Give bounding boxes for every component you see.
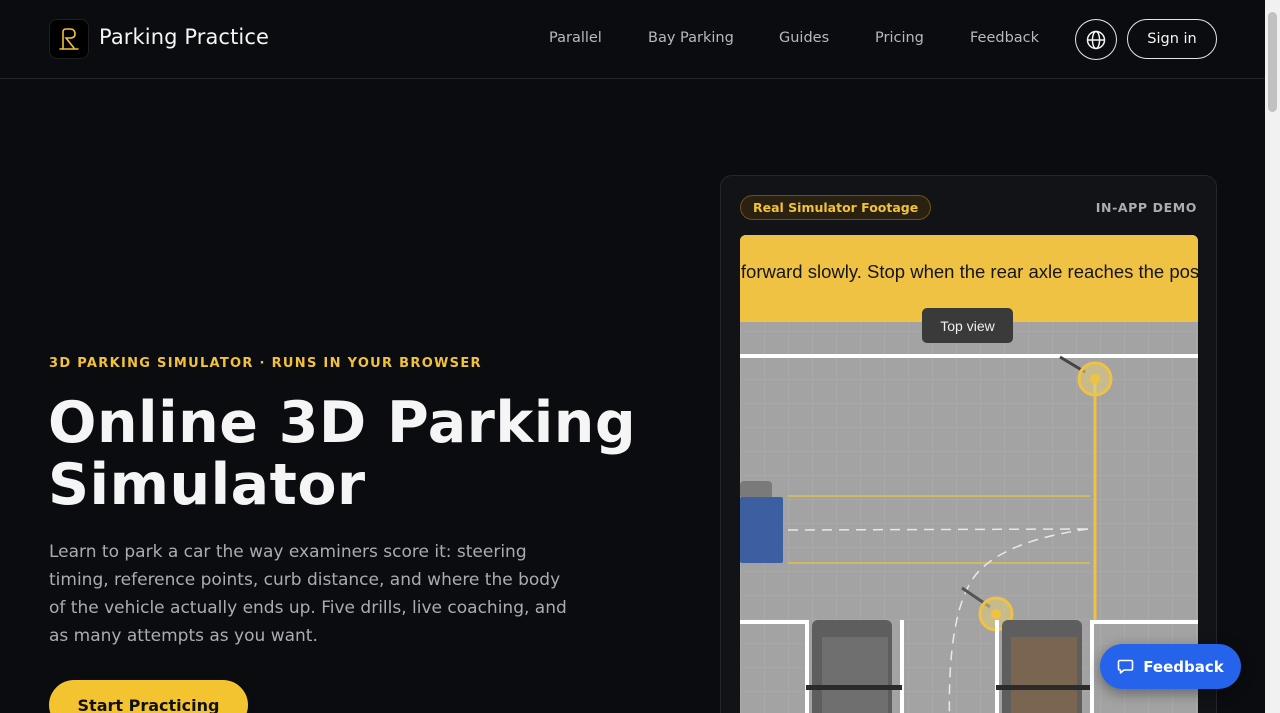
language-button[interactable] — [1075, 19, 1117, 60]
nav-link-pricing[interactable]: Pricing — [875, 30, 924, 46]
simulator-viewport[interactable]: Drive forward slowly. Stop when the rear… — [740, 235, 1198, 713]
instruction-text: Drive forward slowly. Stop when the rear… — [740, 261, 1198, 282]
nav-link-guides[interactable]: Guides — [779, 30, 829, 46]
parked-brown-car — [996, 620, 1090, 713]
scrollbar-thumb[interactable] — [1268, 12, 1277, 112]
logo-icon — [59, 28, 79, 50]
page-scrollbar[interactable] — [1265, 0, 1280, 713]
boundary-line — [740, 354, 1198, 358]
feedback-floating-button[interactable]: Feedback — [1100, 644, 1241, 689]
nav-link-bay-parking[interactable]: Bay Parking — [648, 30, 734, 46]
brand-name[interactable]: Parking Practice — [99, 25, 269, 49]
start-practicing-button[interactable]: Start Practicing — [49, 680, 248, 713]
globe-icon — [1086, 30, 1106, 49]
chat-bubble-icon — [1117, 659, 1134, 674]
hero-description: Learn to park a car the way examiners sc… — [49, 542, 567, 646]
demo-tag: IN-APP DEMO — [1095, 200, 1197, 215]
nav-link-feedback[interactable]: Feedback — [970, 30, 1039, 46]
hero-headline: Online 3D Parking Simulator — [48, 390, 637, 518]
demo-card: Real Simulator Footage IN-APP DEMO forwa… — [720, 175, 1217, 713]
camera-view-toggle[interactable]: Top view — [922, 308, 1013, 343]
logo[interactable] — [49, 19, 89, 59]
feedback-floating-label: Feedback — [1143, 657, 1224, 676]
top-navigation-bar: Parking Practice Parallel Bay Parking Gu… — [0, 0, 1265, 79]
footage-badge: Real Simulator Footage — [740, 195, 932, 220]
hero-eyebrow: 3D PARKING SIMULATOR · RUNS IN YOUR BROW… — [49, 356, 482, 371]
parked-grey-car — [806, 620, 902, 713]
nav-link-parallel[interactable]: Parallel — [549, 30, 602, 46]
sign-in-button[interactable]: Sign in — [1127, 19, 1217, 59]
